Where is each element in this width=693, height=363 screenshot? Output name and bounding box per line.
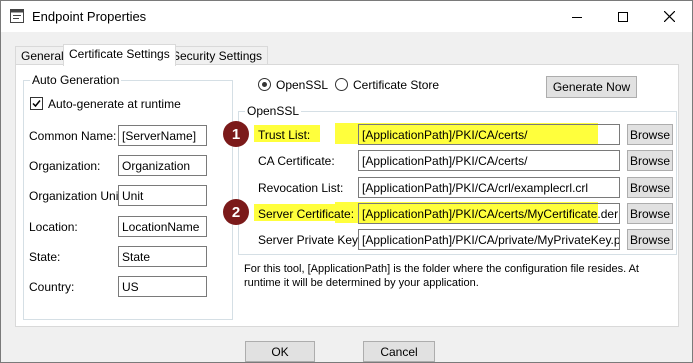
trust-list-browse-button[interactable]: Browse bbox=[627, 124, 673, 145]
revocation-list-label: Revocation List: bbox=[258, 181, 344, 195]
revocation-list-browse-button[interactable]: Browse bbox=[627, 177, 673, 198]
ca-certificate-field[interactable]: [ApplicationPath]/PKI/CA/certs/ bbox=[358, 150, 620, 171]
certificate-store-radio[interactable] bbox=[335, 78, 348, 91]
ca-certificate-browse-button[interactable]: Browse bbox=[627, 150, 673, 171]
trust-list-field[interactable]: [ApplicationPath]/PKI/CA/certs/ bbox=[358, 124, 620, 145]
title-bar: Endpoint Properties bbox=[1, 1, 692, 32]
auto-generate-label: Auto-generate at runtime bbox=[48, 97, 181, 111]
tab-general[interactable]: General bbox=[15, 46, 70, 65]
endpoint-properties-window: Endpoint Properties General Certificate … bbox=[0, 0, 693, 363]
server-private-key-label: Server Private Key: bbox=[258, 233, 362, 247]
step-badge-2: 2 bbox=[223, 199, 249, 225]
server-certificate-browse-button[interactable]: Browse bbox=[627, 203, 673, 224]
close-icon bbox=[663, 11, 675, 22]
trust-list-label: Trust List: bbox=[258, 128, 311, 142]
state-field[interactable]: State bbox=[118, 246, 207, 267]
openssl-legend: OpenSSL bbox=[245, 104, 302, 118]
maximize-button[interactable] bbox=[600, 1, 646, 32]
country-label: Country: bbox=[29, 280, 75, 294]
window-icon bbox=[10, 9, 24, 23]
window-title: Endpoint Properties bbox=[32, 9, 147, 24]
application-path-note: For this tool, [ApplicationPath] is the … bbox=[244, 263, 639, 289]
tab-security-settings[interactable]: Security Settings bbox=[166, 46, 269, 65]
close-button[interactable] bbox=[646, 1, 692, 32]
state-label: State: bbox=[29, 250, 61, 264]
maximize-icon bbox=[618, 11, 628, 22]
ca-certificate-label: CA Certificate: bbox=[258, 154, 335, 168]
tab-certificate-settings[interactable]: Certificate Settings bbox=[63, 44, 176, 66]
openssl-radio-label: OpenSSL bbox=[276, 78, 329, 92]
auto-generate-checkbox[interactable] bbox=[30, 97, 43, 110]
certificate-store-radio-label: Certificate Store bbox=[353, 78, 440, 92]
server-certificate-label: Server Certificate: bbox=[258, 207, 355, 221]
country-field[interactable]: US bbox=[118, 276, 207, 297]
common-name-field[interactable]: [ServerName] bbox=[118, 125, 207, 146]
common-name-label: Common Name: bbox=[29, 129, 117, 143]
server-certificate-field[interactable]: [ApplicationPath]/PKI/CA/certs/MyCertifi… bbox=[358, 203, 620, 224]
openssl-radio[interactable] bbox=[258, 78, 271, 91]
server-private-key-field[interactable]: [ApplicationPath]/PKI/CA/private/MyPriva… bbox=[358, 229, 620, 250]
checkmark-icon bbox=[32, 100, 41, 108]
organization-field[interactable]: Organization bbox=[118, 155, 207, 176]
step-badge-1: 1 bbox=[223, 121, 249, 147]
organization-label: Organization: bbox=[29, 159, 101, 173]
organization-unit-field[interactable]: Unit bbox=[118, 185, 207, 206]
organization-unit-label: Organization Unit: bbox=[29, 189, 126, 203]
server-private-key-browse-button[interactable]: Browse bbox=[627, 229, 673, 250]
revocation-list-field[interactable]: [ApplicationPath]/PKI/CA/crl/examplecrl.… bbox=[358, 177, 620, 198]
minimize-icon bbox=[572, 16, 582, 18]
minimize-button[interactable] bbox=[554, 1, 600, 32]
generate-now-button[interactable]: Generate Now bbox=[546, 76, 637, 98]
cancel-button[interactable]: Cancel bbox=[363, 341, 435, 362]
auto-generation-legend: Auto Generation bbox=[30, 73, 122, 87]
ok-button[interactable]: OK bbox=[245, 341, 315, 362]
location-label: Location: bbox=[29, 220, 78, 234]
location-field[interactable]: LocationName bbox=[118, 216, 207, 237]
